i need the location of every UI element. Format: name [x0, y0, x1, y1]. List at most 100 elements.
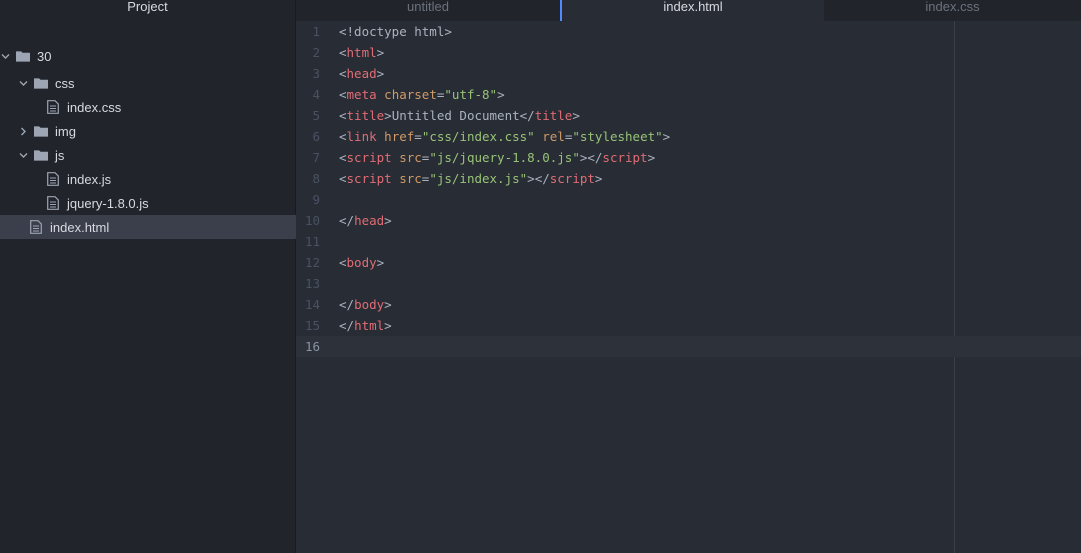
code-line[interactable]: 2 <html>: [296, 42, 1081, 63]
code-token: html: [354, 318, 385, 333]
code-token: <: [339, 150, 347, 165]
tree-view: Project 30 css index.css img js index.js jquer…: [0, 0, 324, 553]
code-line[interactable]: 14 </body>: [296, 294, 1081, 315]
tab-index-css[interactable]: index.css: [824, 0, 1081, 21]
code-text: <script src="js/jquery-1.8.0.js"></scrip…: [339, 147, 655, 168]
code-line[interactable]: 6 <link href="css/index.css" rel="stylesh…: [296, 126, 1081, 147]
line-number: 4: [312, 87, 320, 102]
tree-file-index-css[interactable]: index.css: [0, 95, 341, 119]
code-token: "stylesheet": [572, 129, 663, 144]
tree-item-label: jquery-1.8.0.js: [67, 195, 149, 211]
code-line[interactable]: 12 <body>: [296, 252, 1081, 273]
code-text: <html>: [339, 42, 384, 63]
code-line[interactable]: 16: [296, 336, 1081, 357]
tree-folder-css[interactable]: css: [0, 71, 313, 95]
tree-folder-js[interactable]: js: [0, 143, 313, 167]
code-token: <: [339, 66, 347, 81]
code-token: script: [602, 150, 648, 165]
tab-untitled[interactable]: untitled: [296, 0, 560, 21]
chevron-down-icon[interactable]: [18, 150, 28, 160]
code-text: </html>: [339, 315, 392, 336]
code-line[interactable]: 10 </head>: [296, 210, 1081, 231]
tree-folder-30[interactable]: 30: [0, 44, 295, 68]
code-token: >: [384, 297, 392, 312]
code-token: script: [549, 171, 595, 186]
code-token: rel: [542, 129, 565, 144]
code-token: html: [346, 45, 377, 60]
code-text: <title>Untitled Document</title>: [339, 105, 580, 126]
code-line[interactable]: 8 <script src="js/index.js"></script>: [296, 168, 1081, 189]
code-token: >: [497, 87, 505, 102]
line-number: 14: [304, 297, 320, 312]
code-token: src: [399, 150, 422, 165]
folder-icon: [34, 124, 48, 138]
code-line[interactable]: 1 <!doctype html>: [296, 21, 1081, 42]
code-token: title: [534, 108, 573, 123]
line-number: 2: [312, 45, 320, 60]
code-token: >: [376, 255, 385, 270]
line-number: 5: [312, 108, 320, 123]
code-text: <link href="css/index.css" rel="styleshe…: [339, 126, 670, 147]
code-text: </head>: [339, 210, 392, 231]
tree-item-label: index.html: [50, 219, 110, 235]
code-line[interactable]: 7 <script src="js/jquery-1.8.0.js"></scri…: [296, 147, 1081, 168]
tree-file-index-html[interactable]: index.html: [0, 215, 324, 239]
chevron-down-icon[interactable]: [0, 51, 10, 61]
chevron-down-icon[interactable]: [18, 78, 28, 88]
code-token: >: [662, 129, 671, 144]
code-line[interactable]: 13: [296, 273, 1081, 294]
tab-bar: untitled index.html index.css: [296, 0, 1081, 22]
code-text: <head>: [339, 63, 384, 84]
code-token: link: [346, 129, 377, 144]
folder-icon: [16, 49, 30, 63]
line-number: 8: [312, 171, 320, 186]
code-token: src: [399, 171, 422, 186]
line-number: 10: [304, 213, 320, 228]
code-token: >Untitled Document</: [384, 108, 535, 123]
tree-item-label: js: [55, 147, 65, 163]
chevron-right-icon[interactable]: [18, 126, 28, 136]
folder-icon: [34, 76, 48, 90]
code-line[interactable]: 3 <head>: [296, 63, 1081, 84]
tree-folder-img[interactable]: img: [0, 119, 313, 143]
tree-file-index-js[interactable]: index.js: [0, 167, 341, 191]
tab-index-html[interactable]: index.html: [560, 0, 824, 21]
file-icon: [46, 100, 60, 114]
code-line[interactable]: 15 </html>: [296, 315, 1081, 336]
file-icon: [29, 220, 43, 234]
tree-file-jquery-1-8-0-js[interactable]: jquery-1.8.0.js: [0, 191, 341, 215]
file-icon: [46, 196, 60, 210]
code-editor[interactable]: 1 <!doctype html> 2 <html> 3 <head> 4 <meta cha…: [296, 21, 1081, 553]
code-token: >: [376, 45, 385, 60]
code-token: href: [384, 129, 415, 144]
code-token: title: [346, 108, 385, 123]
line-number: 9: [312, 192, 320, 207]
code-token: </: [339, 213, 355, 228]
code-line[interactable]: 5 <title>Untitled Document</title>: [296, 105, 1081, 126]
code-token: >: [572, 108, 580, 123]
tree-item-label: img: [55, 123, 76, 139]
code-text: <body>: [339, 252, 384, 273]
code-token: >: [647, 150, 656, 165]
code-token: >: [376, 66, 385, 81]
line-number: 12: [304, 255, 320, 270]
code-token: meta: [346, 87, 377, 102]
code-token: head: [354, 213, 385, 228]
code-token: charset: [384, 87, 437, 102]
line-number: 7: [312, 150, 320, 165]
code-token: <: [339, 255, 347, 270]
code-token: <: [339, 87, 347, 102]
code-token: script: [346, 171, 392, 186]
code-line[interactable]: 11: [296, 231, 1081, 252]
code-token: "css/index.css": [421, 129, 535, 144]
code-token: >: [384, 213, 392, 228]
file-icon: [46, 172, 60, 186]
code-token: <!doctype html>: [339, 24, 452, 39]
sidebar-title: Project: [0, 0, 295, 20]
code-line[interactable]: 9: [296, 189, 1081, 210]
code-token: <: [339, 171, 347, 186]
line-number: 16: [304, 339, 320, 354]
code-line[interactable]: 4 <meta charset="utf-8">: [296, 84, 1081, 105]
code-text: <meta charset="utf-8">: [339, 84, 505, 105]
code-token: head: [346, 66, 377, 81]
